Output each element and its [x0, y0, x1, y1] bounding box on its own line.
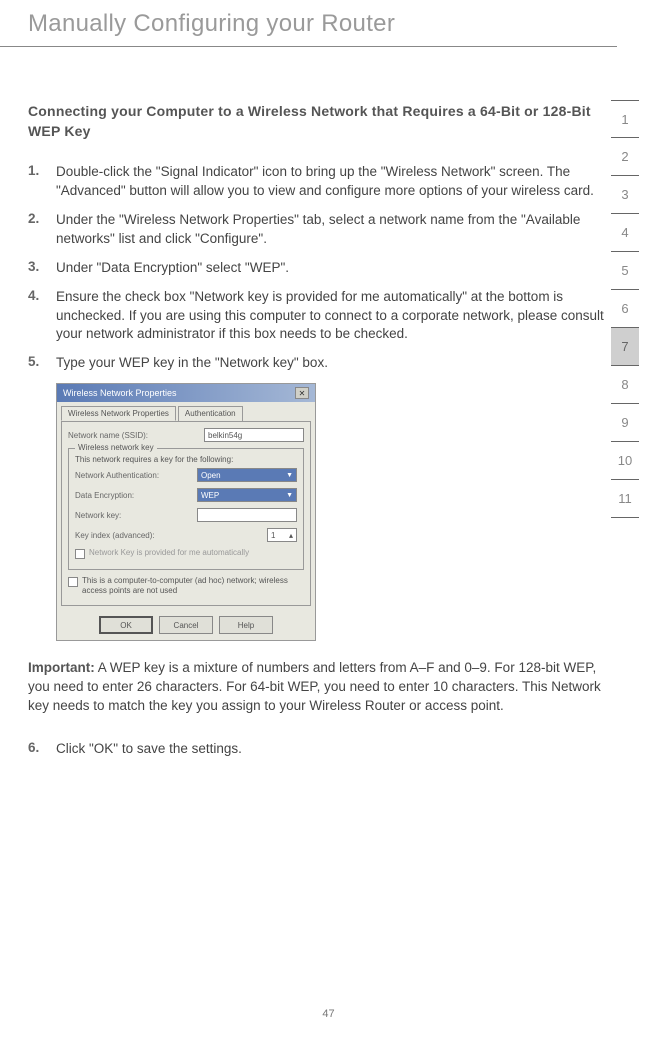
group-description: This network requires a key for the foll… [75, 455, 297, 464]
step-number: 3. [28, 259, 56, 278]
adhoc-checkbox[interactable] [68, 577, 78, 587]
dialog-screenshot: Wireless Network Properties ✕ Wireless N… [56, 383, 316, 641]
nav-item-3[interactable]: 3 [611, 176, 639, 214]
network-key-label: Network key: [75, 511, 197, 520]
step-3: 3. Under "Data Encryption" select "WEP". [28, 259, 612, 278]
dialog-titlebar: Wireless Network Properties ✕ [57, 384, 315, 402]
step-text: Under the "Wireless Network Properties" … [56, 211, 612, 249]
nav-item-5[interactable]: 5 [611, 252, 639, 290]
step-text: Click "OK" to save the settings. [56, 740, 242, 759]
section-navigation: 1 2 3 4 5 6 7 8 9 10 11 [611, 100, 639, 518]
spinner-arrows-icon: ▴ [289, 531, 293, 540]
step-1: 1. Double-click the "Signal Indicator" i… [28, 163, 612, 201]
nav-item-7[interactable]: 7 [611, 328, 639, 366]
group-label: Wireless network key [75, 443, 157, 452]
dialog-title: Wireless Network Properties [63, 388, 177, 398]
step-6: 6. Click "OK" to save the settings. [28, 740, 612, 759]
important-note: Important: A WEP key is a mixture of num… [28, 659, 612, 716]
nav-item-4[interactable]: 4 [611, 214, 639, 252]
step-number: 2. [28, 211, 56, 249]
nav-item-9[interactable]: 9 [611, 404, 639, 442]
step-text: Double-click the "Signal Indicator" icon… [56, 163, 612, 201]
tab-properties[interactable]: Wireless Network Properties [61, 406, 176, 421]
important-label: Important: [28, 660, 95, 675]
step-number: 1. [28, 163, 56, 201]
content-area: Connecting your Computer to a Wireless N… [0, 47, 657, 759]
nav-item-8[interactable]: 8 [611, 366, 639, 404]
step-text: Ensure the check box "Network key is pro… [56, 288, 612, 345]
auto-key-label: Network Key is provided for me automatic… [89, 548, 249, 558]
dialog-body: Network name (SSID): belkin54g Wireless … [61, 421, 311, 606]
dialog-button-row: OK Cancel Help [57, 610, 315, 640]
section-heading: Connecting your Computer to a Wireless N… [28, 102, 612, 141]
step-number: 6. [28, 740, 56, 759]
tab-authentication[interactable]: Authentication [178, 406, 243, 421]
step-text: Type your WEP key in the "Network key" b… [56, 354, 328, 373]
nav-item-6[interactable]: 6 [611, 290, 639, 328]
page-number: 47 [0, 1008, 657, 1020]
auth-dropdown[interactable]: Open▼ [197, 468, 297, 482]
network-key-input[interactable] [197, 508, 297, 522]
step-number: 5. [28, 354, 56, 373]
chevron-down-icon: ▼ [286, 472, 293, 479]
step-4: 4. Ensure the check box "Network key is … [28, 288, 612, 345]
encryption-dropdown[interactable]: WEP▼ [197, 488, 297, 502]
key-index-spinner[interactable]: 1▴ [267, 528, 297, 542]
page-title: Manually Configuring your Router [0, 0, 617, 47]
nav-item-1[interactable]: 1 [611, 100, 639, 138]
step-text: Under "Data Encryption" select "WEP". [56, 259, 289, 278]
nav-item-2[interactable]: 2 [611, 138, 639, 176]
help-button[interactable]: Help [219, 616, 273, 634]
chevron-down-icon: ▼ [286, 492, 293, 499]
cancel-button[interactable]: Cancel [159, 616, 213, 634]
step-5: 5. Type your WEP key in the "Network key… [28, 354, 612, 373]
auth-label: Network Authentication: [75, 471, 197, 480]
ssid-input[interactable]: belkin54g [204, 428, 304, 442]
key-index-label: Key index (advanced): [75, 531, 267, 540]
step-number: 4. [28, 288, 56, 345]
dialog-tabs: Wireless Network Properties Authenticati… [57, 402, 315, 421]
adhoc-label: This is a computer-to-computer (ad hoc) … [82, 576, 304, 595]
auto-key-checkbox[interactable] [75, 549, 85, 559]
ssid-label: Network name (SSID): [68, 431, 204, 440]
encryption-label: Data Encryption: [75, 491, 197, 500]
important-text: A WEP key is a mixture of numbers and le… [28, 660, 601, 713]
step-2: 2. Under the "Wireless Network Propertie… [28, 211, 612, 249]
nav-item-11[interactable]: 11 [611, 480, 639, 518]
wireless-key-group: Wireless network key This network requir… [68, 448, 304, 570]
ok-button[interactable]: OK [99, 616, 153, 634]
close-icon[interactable]: ✕ [295, 387, 309, 399]
nav-item-10[interactable]: 10 [611, 442, 639, 480]
